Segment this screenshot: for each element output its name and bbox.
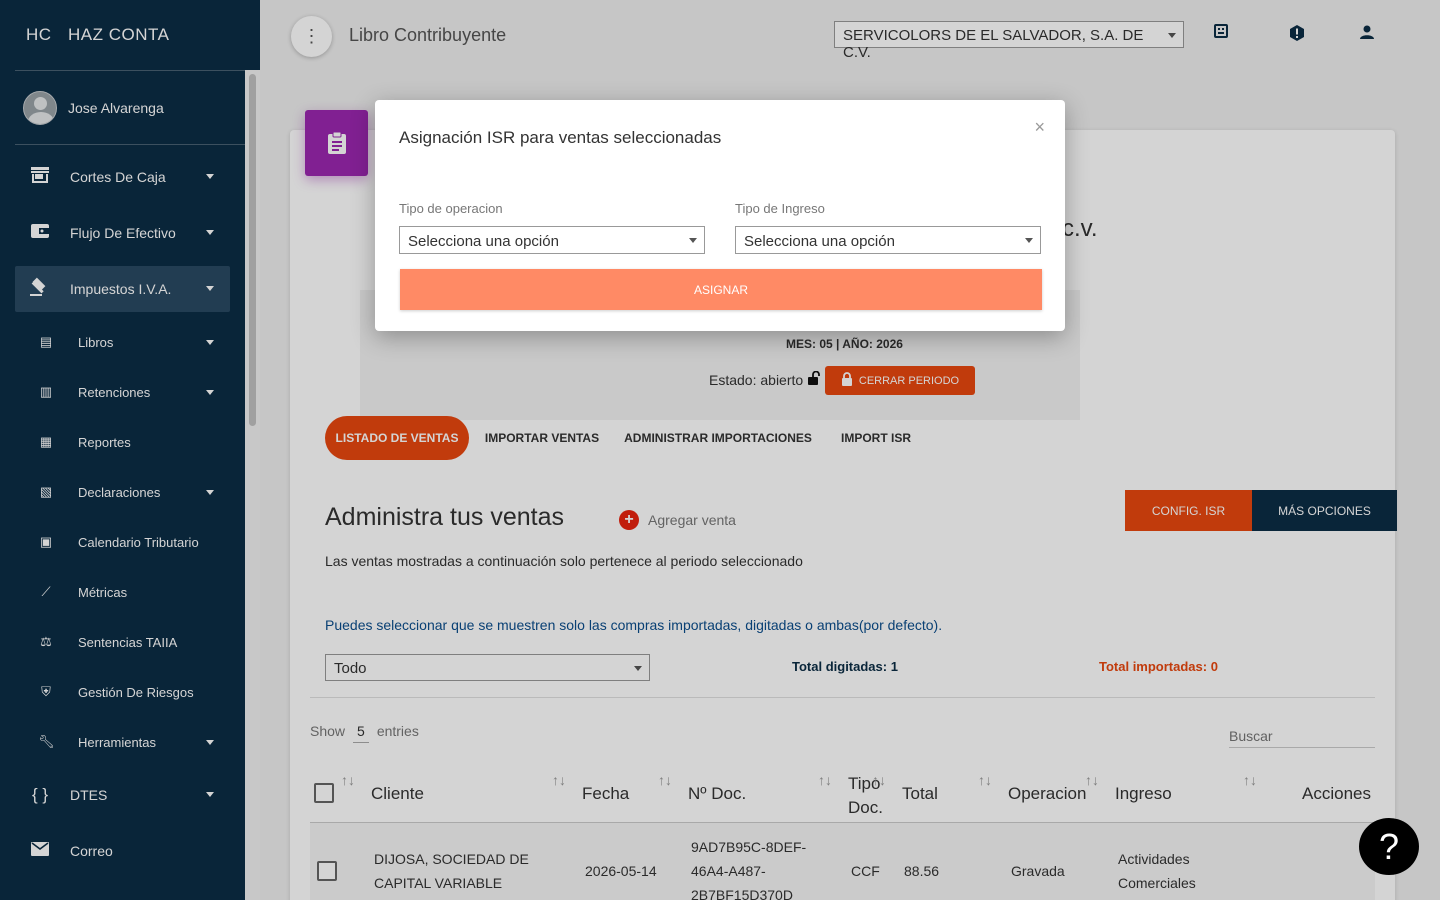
dropdown-arrow-icon <box>689 238 697 243</box>
dropdown-arrow-icon <box>1025 238 1033 243</box>
tipo-ingreso-select[interactable]: Selecciona una opción <box>735 226 1041 254</box>
modal-title: Asignación ISR para ventas seleccionadas <box>399 128 722 147</box>
tipo-ingreso-label: Tipo de Ingreso <box>735 201 825 216</box>
tipo-ingreso-value: Selecciona una opción <box>744 233 895 250</box>
asignar-button[interactable]: ASIGNAR <box>400 269 1042 310</box>
tipo-operacion-select[interactable]: Selecciona una opción <box>399 226 705 254</box>
isr-assign-modal: Asignación ISR para ventas seleccionadas… <box>375 100 1065 331</box>
tipo-operacion-label: Tipo de operacion <box>399 201 503 216</box>
tipo-operacion-value: Selecciona una opción <box>408 233 559 250</box>
close-icon[interactable]: × <box>1034 117 1045 138</box>
help-icon: ? <box>1378 825 1400 867</box>
help-button[interactable]: ? <box>1359 818 1419 875</box>
